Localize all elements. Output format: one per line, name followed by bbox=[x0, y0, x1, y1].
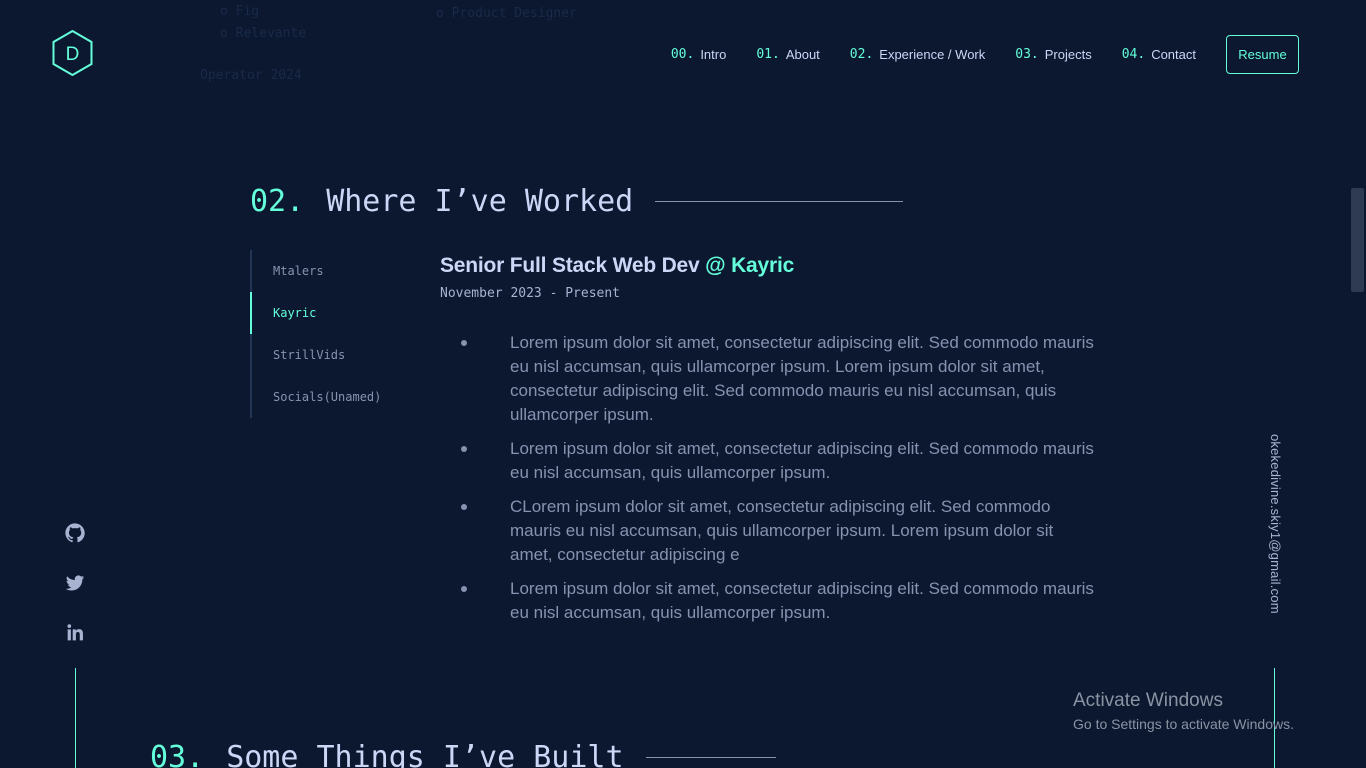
nav-label: Intro bbox=[700, 47, 727, 62]
section-number: 02. bbox=[250, 184, 305, 219]
bullet-dot-icon bbox=[461, 340, 467, 346]
job-company-link[interactable]: @ Kayric bbox=[705, 254, 794, 277]
section-heading-experience: 02. Where I’ve Worked bbox=[250, 184, 904, 219]
nav-item-projects[interactable]: 03. Projects bbox=[1015, 47, 1091, 62]
scrollbar-thumb[interactable] bbox=[1351, 188, 1364, 292]
bullet-dot-icon bbox=[461, 504, 467, 510]
linkedin-icon[interactable] bbox=[64, 622, 86, 644]
watermark-title: Activate Windows bbox=[1073, 690, 1223, 711]
ghost-text: o Product Designer bbox=[436, 6, 577, 21]
watermark-subtitle: Go to Settings to activate Windows. bbox=[1073, 716, 1294, 732]
logo[interactable]: D bbox=[52, 30, 93, 76]
job-panel: Senior Full Stack Web Dev @ Kayric Novem… bbox=[440, 254, 1100, 635]
github-icon[interactable] bbox=[64, 522, 86, 544]
list-item: CLorem ipsum dolor sit amet, consectetur… bbox=[440, 495, 1100, 567]
social-links bbox=[64, 522, 86, 644]
resume-button[interactable]: Resume bbox=[1226, 35, 1299, 74]
tab-mtalers[interactable]: Mtalers bbox=[252, 250, 420, 292]
list-item: Lorem ipsum dolor sit amet, consectetur … bbox=[440, 331, 1100, 427]
bullet-text: CLorem ipsum dolor sit amet, consectetur… bbox=[510, 497, 1054, 564]
company-tab-list: Mtalers Kayric StrillVids Socials(Unamed… bbox=[250, 250, 420, 418]
twitter-icon[interactable] bbox=[64, 572, 86, 594]
logo-letter: D bbox=[66, 44, 80, 65]
list-item: Lorem ipsum dolor sit amet, consectetur … bbox=[440, 437, 1100, 485]
bullet-dot-icon bbox=[461, 586, 467, 592]
section-title: Where I’ve Worked bbox=[326, 184, 634, 219]
section-heading-projects: 03. Some Things I’ve Built bbox=[150, 740, 776, 768]
windows-activation-watermark: Activate Windows Go to Settings to activ… bbox=[1073, 690, 1294, 732]
job-bullet-list: Lorem ipsum dolor sit amet, consectetur … bbox=[440, 331, 1100, 625]
nav-number: 03. bbox=[1015, 47, 1039, 62]
nav-number: 00. bbox=[670, 47, 695, 62]
nav-label: About bbox=[785, 47, 820, 62]
nav-number: 02. bbox=[849, 47, 874, 62]
section-divider bbox=[655, 201, 904, 202]
job-date-range: November 2023 - Present bbox=[440, 286, 621, 301]
job-role: Senior Full Stack Web Dev bbox=[440, 254, 700, 277]
nav-item-experience[interactable]: 02. Experience / Work bbox=[850, 47, 985, 62]
bullet-text: Lorem ipsum dolor sit amet, consectetur … bbox=[510, 333, 1094, 424]
section-number: 03. bbox=[150, 740, 205, 768]
nav-item-intro[interactable]: 00. Intro bbox=[671, 47, 727, 62]
section-title: Some Things I’ve Built bbox=[226, 740, 624, 768]
bullet-text: Lorem ipsum dolor sit amet, consectetur … bbox=[510, 439, 1094, 482]
nav-label: Experience / Work bbox=[879, 47, 986, 62]
left-vertical-line bbox=[75, 668, 76, 768]
nav-number: 04. bbox=[1121, 47, 1146, 62]
nav-item-about[interactable]: 01. About bbox=[756, 47, 819, 62]
ghost-text: Operator 2024 bbox=[200, 68, 302, 83]
nav-label: Contact bbox=[1151, 47, 1196, 62]
nav-number: 01. bbox=[756, 47, 780, 62]
hexagon-logo-icon: D bbox=[52, 30, 93, 76]
job-title: Senior Full Stack Web Dev @ Kayric bbox=[440, 254, 1100, 278]
nav-item-contact[interactable]: 04. Contact bbox=[1122, 47, 1196, 62]
ghost-text: o Fig bbox=[220, 4, 260, 19]
scrollbar-track[interactable] bbox=[1349, 0, 1366, 768]
bullet-dot-icon bbox=[461, 446, 467, 452]
nav-label: Projects bbox=[1044, 47, 1092, 62]
ghost-text: o Relevante bbox=[220, 26, 307, 41]
tab-strillvids[interactable]: StrillVids bbox=[252, 334, 420, 376]
tab-kayric[interactable]: Kayric bbox=[250, 292, 420, 334]
tab-socials[interactable]: Socials(Unamed) bbox=[252, 376, 420, 418]
email-link[interactable]: okekedivine.skiy1@gmail.com bbox=[1268, 434, 1283, 614]
main-nav: 00. Intro 01. About 02. Experience / Wor… bbox=[671, 47, 1196, 62]
list-item: Lorem ipsum dolor sit amet, consectetur … bbox=[440, 577, 1100, 625]
section-divider bbox=[645, 757, 776, 758]
bullet-text: Lorem ipsum dolor sit amet, consectetur … bbox=[510, 579, 1094, 622]
